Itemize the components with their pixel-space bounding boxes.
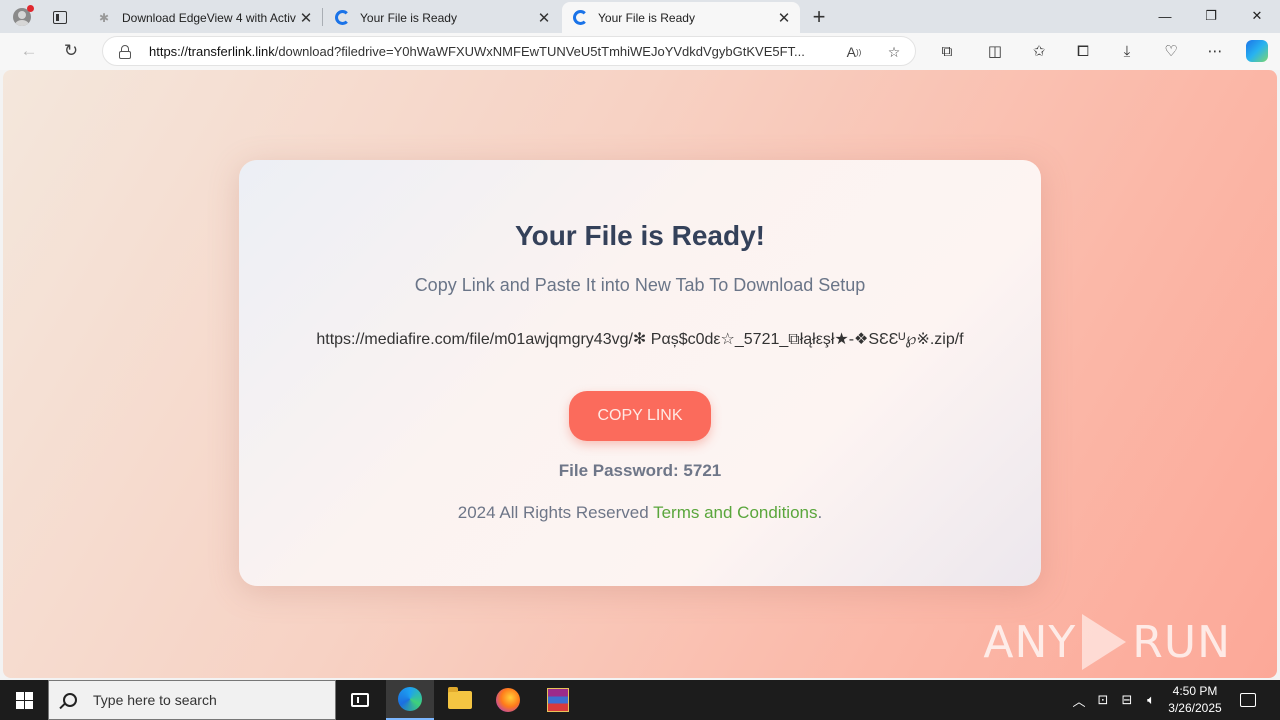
taskbar-firefox[interactable] [484,680,532,720]
firefox-icon [496,688,520,712]
web-content: Your File is Ready! Copy Link and Paste … [3,70,1277,678]
tab-your-file-ready-1[interactable]: Your File is Ready ✕ [324,2,560,33]
settings-more-icon[interactable]: ⋯ [1202,39,1228,63]
footer: 2024 All Rights Reserved Terms and Condi… [239,503,1041,523]
tab-title: Your File is Ready [360,10,457,25]
page-title: Your File is Ready! [515,220,765,251]
copy-link-button[interactable]: COPY LINK [569,391,711,441]
favorite-star-icon[interactable]: ☆ [883,42,905,62]
volume-icon[interactable]: 🔈︎ [1140,680,1162,720]
search-icon [63,693,77,707]
address-bar[interactable]: https://transferlink.link/download?filed… [102,36,916,66]
taskbar: Type here to search ︿ ⊡ ⊟ 🔈︎ 4:50 PM 3/2… [0,680,1280,720]
show-hidden-icons[interactable]: ︿ [1068,680,1090,720]
browser-toolbar: ← ↻ https://transferlink.link/download?f… [0,33,1280,70]
folder-icon [448,687,472,709]
terms-link[interactable]: Terms and Conditions [653,503,817,522]
favorites-icon[interactable]: ✩ [1026,39,1052,63]
download-card: Your File is Ready! Copy Link and Paste … [239,160,1041,586]
clock-date: 3/26/2025 [1168,701,1222,715]
read-aloud-icon[interactable]: A)) [843,42,865,62]
device-icon[interactable]: ⊡ [1092,680,1114,720]
notification-center-button[interactable] [1234,680,1262,720]
footer-end: . [817,503,823,522]
windows-logo-icon [15,691,33,709]
footer-text: 2024 All Rights Reserved [457,503,654,522]
page-subtitle: Copy Link and Paste It into New Tab To D… [414,275,866,295]
loading-spinner-icon [334,10,350,26]
profile-button[interactable] [8,4,36,30]
task-view-button[interactable] [336,680,384,720]
lock-icon[interactable] [119,45,131,59]
play-icon [1082,614,1127,670]
url-path: /download?filedrive=Y0hWaWFXUWxNMFEwTUNV… [274,44,805,59]
watermark-left: ANY [983,616,1077,668]
close-window-button[interactable]: ✕ [1234,0,1280,32]
anyrun-watermark: ANY RUN [983,614,1231,670]
generic-page-icon: ✱ [98,10,110,25]
close-tab-icon[interactable]: ✕ [296,8,316,28]
taskbar-file-explorer[interactable] [436,680,484,720]
back-button[interactable]: ← [14,37,44,65]
tab-separator [322,8,323,26]
taskbar-winrar[interactable] [534,680,582,720]
tab-actions-icon [53,10,67,24]
tab-title: Download EdgeView 4 with Activ [122,10,296,25]
close-tab-icon[interactable]: ✕ [774,8,794,28]
edge-icon [398,687,422,711]
watermark-right: RUN [1132,616,1231,668]
url-host: https://transferlink.link [149,44,275,59]
tab-download-edgeview[interactable]: ✱ Download EdgeView 4 with Activ ✕ [86,2,322,33]
new-tab-button[interactable]: + [806,4,832,30]
task-view-icon [351,693,369,707]
file-password: File Password: 5721 [558,461,722,480]
url-text[interactable]: https://transferlink.link/download?filed… [149,44,833,59]
browser-essentials-icon[interactable]: ♡ [1158,39,1184,63]
collections-icon[interactable]: ⧠ [1070,39,1096,63]
search-placeholder: Type here to search [93,692,217,708]
tab-your-file-ready-2[interactable]: Your File is Ready ✕ [562,2,800,33]
network-icon[interactable]: ⊟ [1116,680,1138,720]
tab-actions-button[interactable] [48,6,72,28]
notification-icon [1240,693,1256,707]
clock-time: 4:50 PM [1172,684,1218,698]
restore-button[interactable]: ❐ [1188,0,1234,32]
refresh-button[interactable]: ↻ [56,37,86,65]
taskbar-search[interactable]: Type here to search [48,680,336,720]
copilot-button[interactable] [1244,39,1270,63]
downloads-icon[interactable]: ⤓ [1114,39,1140,63]
winrar-icon [547,688,569,712]
start-button[interactable] [0,680,48,720]
tab-strip: ✱ Download EdgeView 4 with Activ ✕ Your … [0,0,1280,33]
minimize-button[interactable]: — [1142,0,1188,32]
download-link-text: https://mediafire.com/file/m01awjqmgry43… [316,331,964,348]
extensions-icon[interactable]: ⧉ [934,39,960,63]
split-screen-icon[interactable]: ◫ [982,39,1008,63]
taskbar-edge[interactable] [386,680,434,720]
close-tab-icon[interactable]: ✕ [534,8,554,28]
notification-dot [27,5,34,12]
loading-spinner-icon [572,10,588,26]
clock[interactable]: 4:50 PM 3/26/2025 [1162,683,1228,717]
tab-title: Your File is Ready [598,10,695,25]
copilot-icon [1246,40,1268,62]
